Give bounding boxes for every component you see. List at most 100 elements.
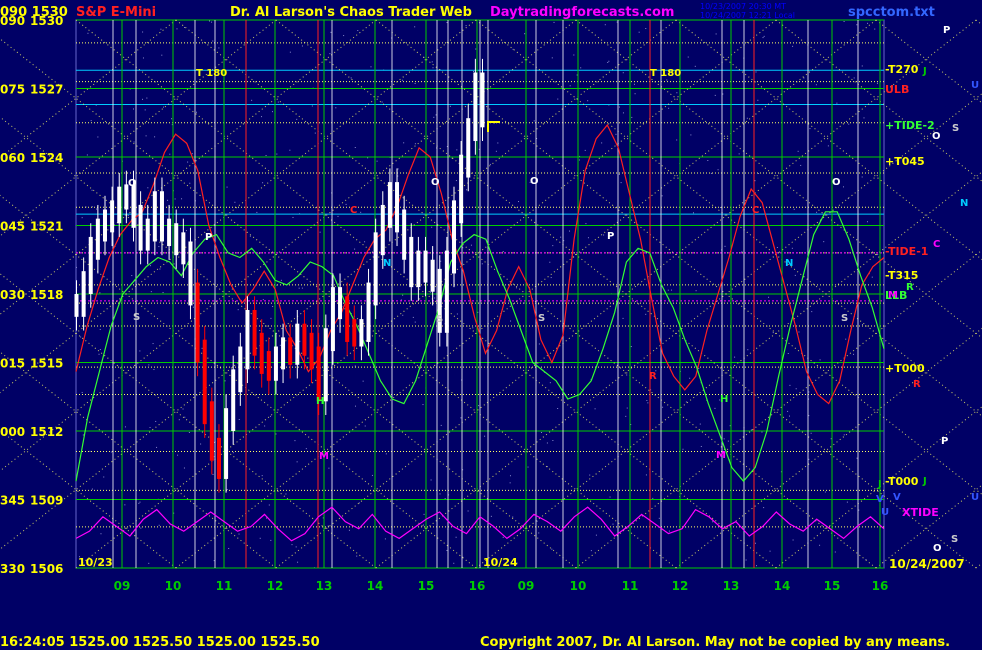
star-dot bbox=[212, 473, 214, 475]
star-dot bbox=[276, 153, 278, 155]
star-dot bbox=[836, 102, 838, 104]
star-dot bbox=[142, 98, 144, 100]
planet-mark: O bbox=[128, 178, 137, 189]
star-dot bbox=[146, 97, 148, 99]
x-tick-hour: 14 bbox=[367, 579, 384, 593]
y-tick-price: 1509 bbox=[30, 494, 63, 508]
star-dot bbox=[144, 109, 146, 111]
star-dot bbox=[676, 92, 678, 94]
star-dot bbox=[618, 173, 620, 175]
x-tick-hour: 12 bbox=[672, 579, 689, 593]
star-dot bbox=[719, 206, 721, 208]
planet-mark: S bbox=[538, 313, 545, 324]
right-level-label: -T315 bbox=[885, 269, 918, 282]
star-dot bbox=[86, 154, 88, 156]
star-dot bbox=[234, 201, 236, 203]
star-dot bbox=[169, 153, 171, 155]
planet-mark: P bbox=[607, 231, 614, 242]
star-dot bbox=[776, 246, 778, 248]
star-dot bbox=[99, 349, 101, 351]
star-dot bbox=[819, 544, 821, 546]
star-dot bbox=[797, 150, 799, 152]
star-dot bbox=[279, 344, 281, 346]
star-dot bbox=[358, 502, 360, 504]
star-dot bbox=[297, 561, 299, 563]
star-dot bbox=[187, 161, 189, 163]
y-tick-price: 1506 bbox=[30, 562, 63, 576]
star-dot bbox=[296, 461, 298, 463]
star-dot bbox=[853, 77, 855, 79]
left-scale-top-label: 090 1530 bbox=[0, 5, 68, 20]
star-dot bbox=[212, 40, 214, 42]
star-dot bbox=[238, 533, 240, 535]
chart-canvas: 090 1530075 1527060 1524045 1521030 1518015 15… bbox=[0, 14, 982, 593]
star-dot bbox=[400, 299, 402, 301]
star-dot bbox=[524, 33, 526, 35]
star-dot bbox=[439, 493, 441, 495]
star-dot bbox=[201, 347, 203, 349]
star-dot bbox=[149, 426, 151, 428]
star-dot bbox=[470, 244, 472, 246]
star-dot bbox=[685, 401, 687, 403]
star-dot bbox=[667, 289, 669, 291]
star-dot bbox=[397, 168, 399, 170]
star-dot bbox=[601, 142, 603, 144]
star-dot bbox=[724, 245, 726, 247]
star-dot bbox=[717, 169, 719, 171]
star-dot bbox=[695, 290, 697, 292]
star-dot bbox=[261, 475, 263, 477]
star-dot bbox=[698, 368, 700, 370]
star-dot bbox=[259, 329, 261, 331]
star-dot bbox=[91, 488, 93, 490]
star-dot bbox=[124, 504, 126, 506]
star-dot bbox=[97, 136, 99, 138]
star-dot bbox=[824, 491, 826, 493]
star-dot bbox=[183, 467, 185, 469]
star-dot bbox=[803, 77, 805, 79]
star-dot bbox=[478, 405, 480, 407]
star-dot bbox=[620, 182, 622, 184]
star-dot bbox=[710, 172, 712, 174]
star-dot bbox=[846, 501, 848, 503]
x-tick-hour: 14 bbox=[774, 579, 791, 593]
star-dot bbox=[645, 474, 647, 476]
star-dot bbox=[794, 274, 796, 276]
x-tick-hour: 12 bbox=[267, 579, 284, 593]
star-dot bbox=[191, 153, 193, 155]
star-dot bbox=[585, 223, 587, 225]
star-dot bbox=[305, 448, 307, 450]
star-dot bbox=[687, 56, 689, 58]
star-dot bbox=[343, 35, 345, 37]
star-dot bbox=[509, 482, 511, 484]
star-dot bbox=[414, 26, 416, 28]
star-dot bbox=[472, 71, 474, 73]
star-dot bbox=[756, 565, 758, 567]
star-dot bbox=[185, 230, 187, 232]
right-level-label: +T045 bbox=[885, 155, 925, 168]
y-tick-degree: 015 bbox=[0, 357, 25, 371]
quote-line: 16:24:05 1525.00 1525.50 1525.00 1525.50 bbox=[0, 635, 320, 650]
planet-glyph: N bbox=[960, 198, 968, 209]
star-dot bbox=[792, 539, 794, 541]
y-tick-price: 1518 bbox=[30, 288, 63, 302]
star-dot bbox=[512, 48, 514, 50]
star-dot bbox=[707, 160, 709, 162]
star-dot bbox=[552, 245, 554, 247]
star-dot bbox=[604, 24, 606, 26]
star-dot bbox=[158, 524, 160, 526]
site-url[interactable]: Daytradingforecasts.com bbox=[490, 5, 674, 20]
right-level-label: +TIDE-2 bbox=[885, 119, 935, 132]
star-dot bbox=[298, 529, 300, 531]
star-dot bbox=[330, 31, 332, 33]
planet-mark: U bbox=[881, 507, 889, 518]
star-dot bbox=[618, 106, 620, 108]
star-dot bbox=[758, 172, 760, 174]
diagonal-down bbox=[975, 19, 982, 26]
planet-glyph: O bbox=[933, 543, 942, 554]
star-dot bbox=[460, 417, 462, 419]
star-dot bbox=[127, 214, 129, 216]
star-dot bbox=[314, 132, 316, 134]
star-dot bbox=[356, 555, 358, 557]
star-dot bbox=[589, 474, 591, 476]
star-dot bbox=[689, 377, 691, 379]
